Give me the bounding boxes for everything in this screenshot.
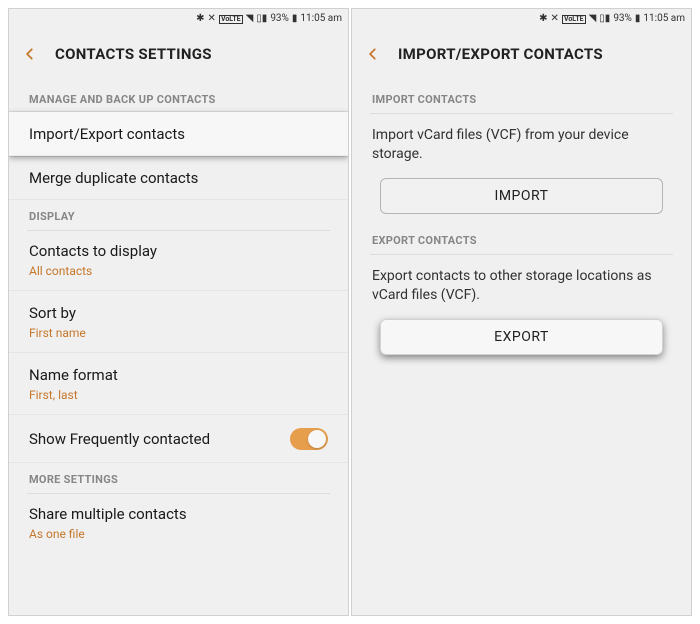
row-sublabel: All contacts [29, 264, 328, 278]
volte-icon: VoLTE [219, 15, 243, 24]
row-frequently-contacted[interactable]: Show Frequently contacted [9, 415, 348, 463]
button-label: IMPORT [495, 188, 549, 204]
section-display: DISPLAY [9, 200, 348, 229]
battery-icon: ▮ [292, 14, 298, 24]
row-name-format[interactable]: Name format First, last [9, 353, 348, 415]
volte-icon: VoLTE [562, 15, 586, 24]
row-sublabel: First name [29, 326, 328, 340]
mute-icon: ✕ [208, 14, 216, 24]
page-title: IMPORT/EXPORT CONTACTS [398, 45, 603, 63]
page-title: CONTACTS SETTINGS [55, 45, 212, 63]
signal-icon: ▯▮ [256, 14, 267, 24]
section-more: MORE SETTINGS [9, 463, 348, 492]
toggle-switch-on[interactable] [290, 428, 328, 450]
row-import-export[interactable]: Import/Export contacts [9, 112, 348, 156]
import-button[interactable]: IMPORT [380, 178, 663, 214]
status-bar: ✱ ✕ VoLTE ◥ ▯▮ 93% ▮ 11:05 am [9, 9, 348, 29]
battery-icon: ▮ [635, 14, 641, 24]
wifi-icon: ◥ [246, 14, 254, 24]
bluetooth-icon: ✱ [196, 14, 204, 24]
row-label: Import/Export contacts [29, 125, 328, 143]
battery-percent: 93% [270, 14, 289, 24]
wifi-icon: ◥ [589, 14, 597, 24]
clock: 11:05 am [643, 14, 685, 24]
row-share-multiple[interactable]: Share multiple contacts As one file [9, 492, 348, 553]
status-bar: ✱ ✕ VoLTE ◥ ▯▮ 93% ▮ 11:05 am [352, 9, 691, 29]
row-label: Sort by [29, 304, 328, 322]
section-export: EXPORT CONTACTS [352, 224, 691, 253]
phone-left: ✱ ✕ VoLTE ◥ ▯▮ 93% ▮ 11:05 am CONTACTS S… [8, 8, 349, 616]
settings-list: MANAGE AND BACK UP CONTACTS Import/Expor… [9, 83, 348, 615]
row-sublabel: First, last [29, 388, 328, 402]
import-export-panel: IMPORT CONTACTS Import vCard files (VCF)… [352, 83, 691, 615]
phone-right: ✱ ✕ VoLTE ◥ ▯▮ 93% ▮ 11:05 am IMPORT/EXP… [351, 8, 692, 616]
row-label: Merge duplicate contacts [29, 169, 328, 187]
row-merge-duplicates[interactable]: Merge duplicate contacts [9, 156, 348, 200]
row-sort-by[interactable]: Sort by First name [9, 291, 348, 353]
row-sublabel: As one file [29, 527, 328, 541]
bluetooth-icon: ✱ [539, 14, 547, 24]
row-label: Show Frequently contacted [29, 430, 210, 448]
back-icon[interactable] [19, 43, 41, 65]
section-import: IMPORT CONTACTS [352, 83, 691, 112]
back-icon[interactable] [362, 43, 384, 65]
page-header: CONTACTS SETTINGS [9, 29, 348, 83]
clock: 11:05 am [300, 14, 342, 24]
button-label: EXPORT [494, 329, 549, 345]
row-label: Contacts to display [29, 242, 328, 260]
row-label: Name format [29, 366, 328, 384]
page-header: IMPORT/EXPORT CONTACTS [352, 29, 691, 83]
row-contacts-to-display[interactable]: Contacts to display All contacts [9, 229, 348, 291]
battery-percent: 93% [613, 14, 632, 24]
export-button[interactable]: EXPORT [380, 319, 663, 355]
import-description: Import vCard files (VCF) from your devic… [352, 112, 691, 172]
export-description: Export contacts to other storage locatio… [352, 253, 691, 313]
signal-icon: ▯▮ [599, 14, 610, 24]
row-label: Share multiple contacts [29, 505, 328, 523]
section-manage: MANAGE AND BACK UP CONTACTS [9, 83, 348, 112]
mute-icon: ✕ [551, 14, 559, 24]
